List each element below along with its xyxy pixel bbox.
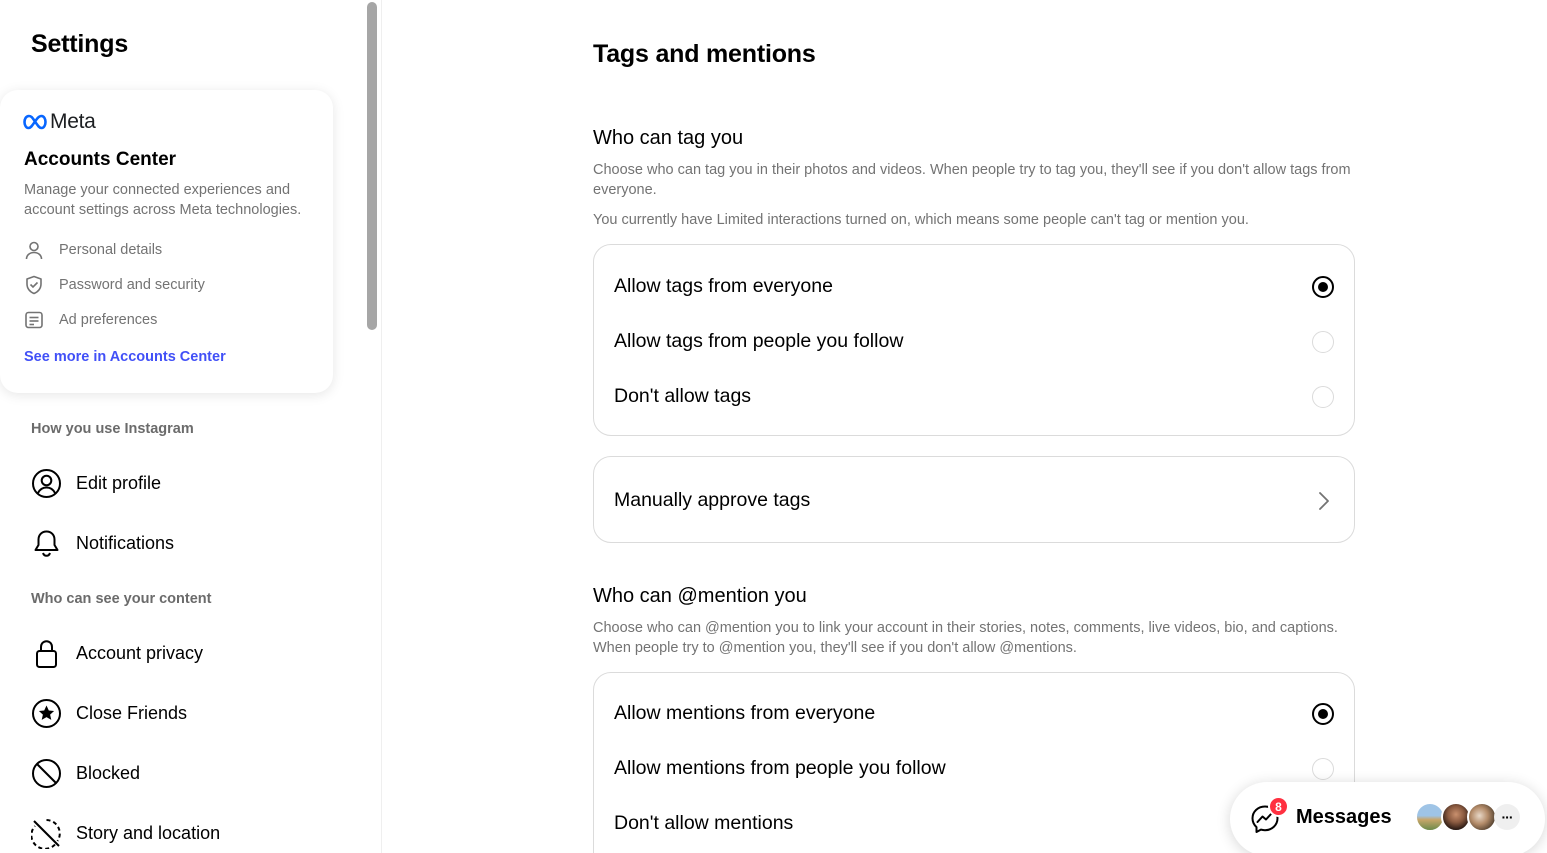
- mentions-section-description: Choose who can @mention you to link your…: [593, 620, 1338, 656]
- ad-icon: [25, 311, 43, 329]
- sidebar-item-label: Account privacy: [76, 643, 204, 663]
- messages-label: Messages: [1296, 806, 1392, 828]
- ac-link-password-security[interactable]: Password and security: [24, 275, 205, 295]
- meta-logo: Meta: [23, 110, 96, 134]
- page-title: Tags and mentions: [593, 40, 816, 68]
- ac-link-label: Ad preferences: [59, 312, 158, 328]
- section-label-how-you-use: How you use Instagram: [31, 421, 194, 437]
- star-circle-icon: [32, 699, 61, 728]
- radio-selected[interactable]: [1312, 275, 1334, 298]
- accounts-center-title: Accounts Center: [24, 149, 177, 170]
- option-label: Manually approve tags: [614, 489, 811, 511]
- mention-option-people-you-follow[interactable]: Allow mentions from people you follow: [614, 741, 1334, 796]
- sidebar-item-blocked[interactable]: Blocked: [31, 758, 140, 789]
- sidebar-item-story-location[interactable]: Story and location: [31, 818, 220, 849]
- ac-link-label: Password and security: [59, 277, 205, 293]
- profile-circle-icon: [32, 469, 61, 498]
- option-label: Allow mentions from people you follow: [614, 757, 946, 779]
- more-conversations-icon: ···: [1494, 804, 1520, 830]
- sidebar-item-label: Blocked: [76, 763, 141, 783]
- tag-options-card: Allow tags from everyone Allow tags from…: [593, 244, 1355, 436]
- avatar: [1467, 802, 1497, 832]
- sidebar-item-label: Edit profile: [76, 473, 162, 493]
- manually-approve-tags-row[interactable]: Manually approve tags: [614, 473, 1334, 528]
- unread-badge: 8: [1268, 796, 1289, 817]
- blocked-icon: [32, 759, 61, 788]
- radio-unselected[interactable]: [1312, 385, 1334, 408]
- sidebar-title: Settings: [31, 30, 129, 58]
- option-label: Allow tags from people you follow: [614, 330, 904, 352]
- ac-link-label: Personal details: [59, 242, 163, 258]
- sidebar-scrollbar[interactable]: [367, 2, 377, 330]
- sidebar-item-label: Story and location: [76, 823, 221, 843]
- tags-section-description: Choose who can tag you in their photos a…: [593, 162, 1351, 198]
- messages-button[interactable]: 8 Messages ···: [1230, 782, 1545, 853]
- shield-check-icon: [26, 275, 42, 295]
- option-label: Don't allow tags: [614, 385, 752, 407]
- tag-option-people-you-follow[interactable]: Allow tags from people you follow: [614, 314, 1334, 369]
- ac-link-ad-preferences[interactable]: Ad preferences: [24, 310, 157, 330]
- radio-unselected[interactable]: [1312, 757, 1334, 780]
- settings-sidebar: Settings Meta Accounts Center Manage you…: [0, 0, 382, 853]
- ac-link-personal-details[interactable]: Personal details: [24, 240, 162, 260]
- tags-section-heading: Who can tag you: [593, 127, 744, 149]
- manually-approve-tags-card[interactable]: Manually approve tags: [593, 456, 1355, 543]
- mentions-section-heading: Who can @mention you: [593, 585, 807, 607]
- story-off-icon: [31, 819, 61, 849]
- sidebar-item-account-privacy[interactable]: Account privacy: [31, 638, 203, 669]
- sidebar-item-close-friends[interactable]: Close Friends: [31, 698, 187, 729]
- sidebar-item-edit-profile[interactable]: Edit profile: [31, 468, 161, 499]
- mention-option-dont-allow[interactable]: Don't allow mentions: [614, 796, 1334, 851]
- meta-wordmark: Meta: [50, 110, 96, 133]
- lock-icon: [36, 640, 57, 668]
- radio-unselected[interactable]: [1312, 330, 1334, 353]
- radio-selected[interactable]: [1312, 702, 1334, 725]
- tag-option-dont-allow[interactable]: Don't allow tags: [614, 369, 1334, 424]
- sidebar-item-notifications[interactable]: Notifications: [31, 528, 174, 559]
- tag-option-everyone[interactable]: Allow tags from everyone: [614, 259, 1334, 314]
- option-label: Allow tags from everyone: [614, 275, 833, 297]
- bell-icon: [34, 530, 59, 557]
- mention-option-everyone[interactable]: Allow mentions from everyone: [614, 686, 1334, 741]
- person-icon: [25, 241, 43, 260]
- see-more-accounts-center-link[interactable]: See more in Accounts Center: [24, 349, 226, 365]
- meta-infinity-icon: [23, 114, 47, 130]
- accounts-center-description: Manage your connected experiences and ac…: [24, 182, 302, 218]
- section-label-who-can-see: Who can see your content: [31, 591, 212, 607]
- sidebar-item-label: Notifications: [76, 533, 175, 553]
- sidebar-item-label: Close Friends: [76, 703, 188, 723]
- option-label: Allow mentions from everyone: [614, 702, 876, 724]
- limited-interactions-notice: You currently have Limited interactions …: [593, 212, 1249, 228]
- chevron-right-icon: [1319, 491, 1329, 510]
- option-label: Don't allow mentions: [614, 812, 794, 834]
